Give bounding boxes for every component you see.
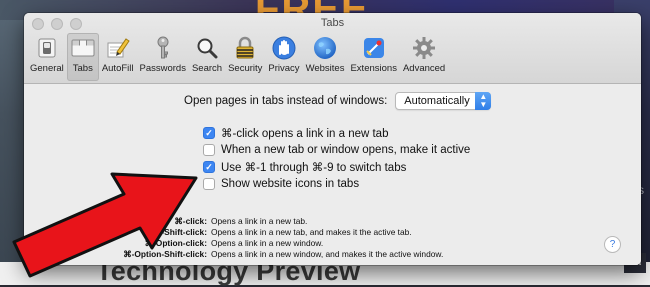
tab-security[interactable]: Security [225, 33, 265, 81]
hand-icon [271, 35, 297, 61]
open-pages-row: Open pages in tabs instead of windows: A… [184, 92, 492, 110]
popup-arrows-icon: ▲ ▼ [475, 92, 492, 110]
website-icons-label: Show website icons in tabs [221, 177, 360, 190]
pencil-icon [105, 35, 131, 61]
website-icons-option[interactable]: Show website icons in tabs [203, 175, 470, 192]
help-button[interactable]: ? [604, 236, 621, 253]
preferences-toolbar: General Tabs AutoFill Passwords Search S… [27, 33, 448, 81]
tab-privacy[interactable]: Privacy [265, 33, 302, 81]
switch-icon [34, 35, 60, 61]
tab-extensions-label: Extensions [350, 63, 397, 74]
tab-advanced[interactable]: Advanced [400, 33, 448, 81]
tab-passwords-label: Passwords [139, 63, 186, 74]
tab-general-label: General [30, 63, 64, 74]
tab-privacy-label: Privacy [268, 63, 300, 74]
magnifier-icon [194, 35, 220, 61]
open-pages-popup[interactable]: Automatically ▲ ▼ [395, 92, 492, 110]
tab-websites-label: Websites [305, 63, 345, 74]
tab-passwords[interactable]: Passwords [137, 33, 189, 81]
shortcut-desc: Opens a link in a new window. [211, 238, 324, 248]
tab-autofill[interactable]: AutoFill [99, 33, 137, 81]
window-title: Tabs [320, 17, 345, 29]
open-pages-value: Automatically [404, 95, 470, 107]
red-arrow-annotation [12, 172, 198, 278]
make-active-checkbox[interactable] [203, 143, 215, 156]
tab-tabs-label: Tabs [72, 63, 93, 74]
open-pages-label: Open pages in tabs instead of windows: [184, 95, 388, 107]
cmd-click-label: ⌘-click opens a link in a new tab [221, 127, 389, 140]
key-icon [150, 35, 176, 61]
gear-icon [411, 35, 437, 61]
tab-general[interactable]: General [27, 33, 67, 81]
switch-tabs-option[interactable]: ✓ Use ⌘-1 through ⌘-9 to switch tabs [203, 158, 470, 175]
tabs-icon [70, 35, 96, 61]
tab-advanced-label: Advanced [402, 63, 446, 74]
tab-tabs[interactable]: Tabs [66, 33, 99, 81]
cmd-click-checkbox[interactable]: ✓ [203, 126, 215, 139]
make-active-option[interactable]: When a new tab or window opens, make it … [203, 141, 470, 158]
lock-icon [232, 35, 258, 61]
tab-search[interactable]: Search [189, 33, 225, 81]
make-active-label: When a new tab or window opens, make it … [221, 143, 471, 156]
switch-tabs-label: Use ⌘-1 through ⌘-9 to switch tabs [221, 161, 407, 174]
tab-search-label: Search [191, 63, 223, 74]
cmd-click-new-tab-option[interactable]: ✓ ⌘-click opens a link in a new tab [203, 124, 470, 141]
shortcut-desc: Opens a link in a new tab, and makes it … [211, 227, 412, 237]
shortcut-desc: Opens a link in a new tab. [211, 216, 308, 226]
puzzle-icon [361, 35, 387, 61]
tab-extensions[interactable]: Extensions [347, 33, 399, 81]
window-titlebar: Tabs General Tabs AutoFill Passwords Sea… [24, 13, 641, 84]
tab-options-checkboxes: ✓ ⌘-click opens a link in a new tab When… [203, 124, 470, 192]
shortcut-desc: Opens a link in a new window, and makes … [211, 249, 444, 259]
tab-autofill-label: AutoFill [101, 63, 134, 74]
globe-icon [312, 35, 338, 61]
tab-websites[interactable]: Websites [303, 33, 348, 81]
tab-security-label: Security [228, 63, 263, 74]
